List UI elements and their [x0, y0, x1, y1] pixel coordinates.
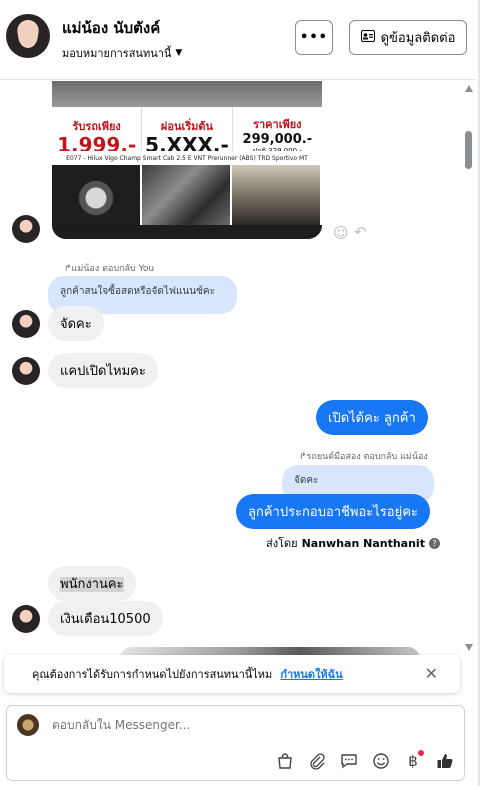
assign-conversation-dropdown[interactable]: มอบหมายการสนทนานี้ ▼	[62, 44, 182, 62]
close-icon[interactable]: ✕	[425, 664, 438, 683]
more-horizontal-icon: •••	[300, 30, 328, 45]
notification-dot	[418, 750, 424, 756]
page-avatar	[17, 714, 39, 736]
saved-reply-icon[interactable]	[338, 750, 360, 772]
outgoing-message[interactable]: ลูกค้าประกอบอาชีพอะไรอยู่คะ	[236, 494, 430, 529]
price-value: 299,000.-	[242, 131, 313, 147]
thumbs-up-icon[interactable]	[434, 750, 456, 772]
more-options-button[interactable]: •••	[295, 20, 333, 55]
car-ad-image[interactable]: รับรถเพียง 1,999.- ผ่อนเริ่มต้น 5,XXX.- …	[52, 81, 322, 239]
ad-footer	[52, 225, 322, 239]
sent-by-prefix: ส่งโดย	[266, 537, 298, 550]
conversation-header: แม่น้อง นับตังค์ มอบหมายการสนทนานี้ ▼ ••…	[0, 0, 476, 80]
message-scrollbar[interactable]	[462, 81, 476, 655]
sent-by-line: ส่งโดย Nanwhan Nanthanit ?	[266, 534, 440, 552]
reply-arrow-icon[interactable]: ↶	[354, 223, 367, 241]
incoming-image-preview[interactable]	[120, 647, 420, 655]
incoming-message[interactable]: จัดคะ	[48, 306, 104, 341]
scroll-up-icon[interactable]	[465, 85, 473, 92]
assign-to-me-link[interactable]: กำหนดให้ฉัน	[280, 665, 342, 683]
reply-composer: ฿	[6, 705, 465, 781]
car-detail-photos	[52, 165, 322, 225]
sender-name: Nanwhan Nanthanit	[301, 536, 425, 550]
avatar	[12, 605, 40, 633]
message-list[interactable]: รับรถเพียง 1,999.- ผ่อนเริ่มต้น 5,XXX.- …	[0, 81, 462, 655]
inbox-conversation-panel: แม่น้อง นับตังค์ มอบหมายการสนทนานี้ ▼ ••…	[0, 0, 480, 786]
wheel-photo	[52, 165, 142, 225]
avatar	[12, 310, 40, 338]
highlighted-text: พนักงานคะ	[60, 577, 124, 592]
incoming-message[interactable]: เงินเดือน10500	[48, 601, 163, 636]
car-photo-top	[52, 81, 322, 107]
view-contact-button[interactable]: ดูข้อมูลติดต่อ	[349, 20, 467, 55]
car-model-caption: E077 - Hilux Vigo Champ Smart Cab 2.5 E …	[52, 151, 322, 165]
avatar	[12, 357, 40, 385]
paperclip-icon[interactable]	[306, 750, 328, 772]
avatar	[12, 215, 40, 243]
reply-context-note: ↱รถยนต์มือสอง ตอบกลับ แม่น้อง	[299, 452, 428, 462]
incoming-message[interactable]: แคปเปิดไหมคะ	[48, 353, 158, 388]
caret-down-icon: ▼	[175, 48, 183, 58]
baht-icon[interactable]: ฿	[402, 750, 424, 772]
scroll-down-icon[interactable]	[465, 644, 473, 651]
assign-banner-text: คุณต้องการได้รับการกำหนดไปยังการสนทนานี้…	[32, 668, 273, 681]
contact-name[interactable]: แม่น้อง นับตังค์	[62, 16, 160, 40]
reply-context-note: ↱แม่น้อง ตอบกลับ You	[64, 264, 155, 274]
contact-card-icon	[360, 29, 375, 46]
scroll-thumb[interactable]	[465, 131, 472, 169]
price-label: ราคาเพียง	[253, 117, 302, 131]
composer-toolbar: ฿	[274, 750, 456, 772]
contact-avatar[interactable]	[6, 14, 50, 58]
assign-banner: คุณต้องการได้รับการกำหนดไปยังการสนทนานี้…	[4, 655, 460, 693]
info-icon[interactable]: ?	[428, 537, 440, 549]
assign-label: มอบหมายการสนทนานี้	[62, 47, 172, 60]
interior-photo	[232, 165, 322, 225]
smile-icon[interactable]: ☺	[333, 224, 349, 242]
emoji-icon[interactable]	[370, 750, 392, 772]
engine-photo	[142, 165, 232, 225]
outgoing-message[interactable]: เปิดได้คะ ลูกค้า	[316, 400, 428, 435]
shopping-bag-icon[interactable]	[274, 750, 296, 772]
view-contact-label: ดูข้อมูลติดต่อ	[380, 31, 456, 46]
reply-input[interactable]	[52, 718, 352, 732]
incoming-message[interactable]: พนักงานคะ	[48, 566, 136, 601]
down-payment-label: รับรถเพียง	[72, 119, 121, 133]
installment-label: ผ่อนเริ่มต้น	[160, 119, 214, 133]
